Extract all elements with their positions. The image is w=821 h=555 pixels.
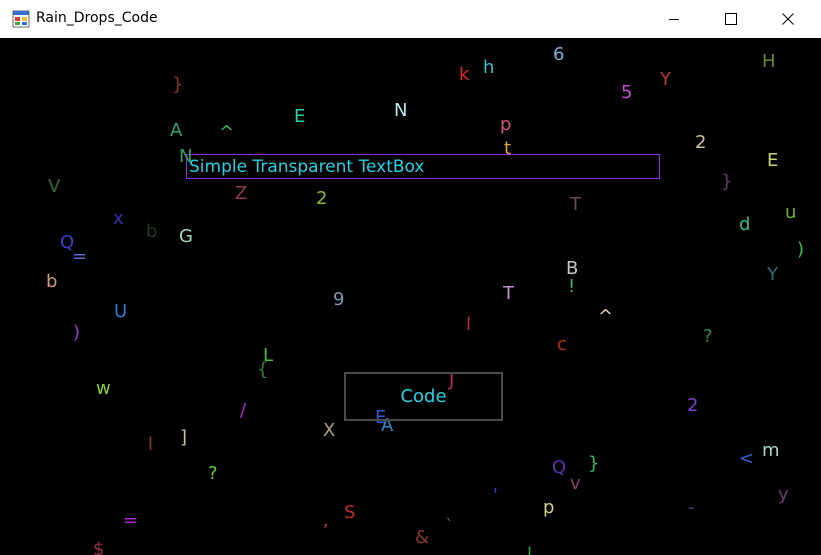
rain-drop-char: N	[179, 146, 193, 167]
rain-drop-char: )	[73, 322, 81, 343]
close-button[interactable]	[765, 0, 811, 38]
rain-drop-char: c	[557, 334, 567, 355]
rain-drop-char: ^	[598, 306, 614, 327]
rain-drop-char: S	[344, 502, 356, 523]
rain-drop-char: p	[543, 497, 555, 518]
minimize-icon	[669, 19, 679, 20]
rain-drop-char: V	[48, 176, 61, 197]
rain-drop-char: p	[500, 114, 512, 135]
rain-canvas: Simple Transparent TextBox } k h 6 5 Y H A ^ E Np t…	[0, 38, 821, 555]
close-icon	[782, 13, 794, 25]
code-button[interactable]: Code	[344, 372, 503, 421]
rain-drop-char: Q	[552, 457, 567, 478]
rain-drop-char: 5	[621, 82, 633, 103]
rain-drop-char: -	[688, 497, 695, 518]
rain-drop-char: Y	[767, 264, 778, 285]
rain-drop-char: E	[767, 150, 779, 171]
rain-drop-char: G	[179, 226, 193, 247]
rain-drop-char: 2	[316, 188, 328, 209]
rain-drop-char: A	[170, 120, 183, 141]
rain-drop-char: ]	[180, 427, 188, 448]
rain-drop-char: t	[504, 138, 512, 159]
rain-drop-char: ?	[208, 463, 218, 484]
rain-drop-char: m	[762, 440, 780, 461]
rain-drop-char: $	[93, 539, 105, 555]
rain-drop-char: /	[240, 400, 247, 421]
rain-drop-char: v	[570, 473, 581, 494]
rain-drop-char: {	[257, 359, 269, 380]
rain-drop-char: ,	[323, 510, 329, 531]
title-bar[interactable]: Rain_Drops_Code	[0, 0, 821, 38]
rain-drop-char: N	[394, 100, 408, 121]
rain-drop-char: x	[113, 208, 124, 229]
window-title: Rain_Drops_Code	[36, 10, 158, 26]
rain-drop-char: h	[483, 57, 495, 78]
rain-drop-char: 2	[687, 395, 699, 416]
rain-drop-char: k	[459, 64, 470, 85]
maximize-icon	[725, 13, 737, 25]
winforms-app-icon	[12, 10, 30, 28]
rain-drop-char: w	[96, 378, 111, 399]
rain-drop-char: &	[415, 527, 430, 548]
rain-drop-char: )	[797, 239, 805, 260]
rain-drop-char: <	[739, 448, 755, 469]
rain-drop-char: u	[785, 202, 797, 223]
rain-drop-char: l	[527, 544, 533, 555]
rain-drop-char: ^	[219, 122, 235, 143]
rain-drop-char: =	[72, 246, 88, 267]
rain-drop-char: 2	[695, 132, 707, 153]
rain-drop-char: ?	[703, 326, 713, 347]
rain-drop-char: 6	[553, 44, 565, 65]
rain-drop-char: !	[568, 276, 576, 297]
rain-drop-char: b	[46, 271, 58, 292]
rain-drop-char: X	[323, 420, 336, 441]
rain-drop-char: }	[588, 453, 600, 474]
rain-drop-char: =	[123, 510, 139, 531]
rain-drop-char: y	[778, 484, 789, 505]
minimize-button[interactable]	[651, 0, 697, 38]
rain-drop-char: d	[739, 214, 751, 235]
rain-drop-char: Z	[235, 183, 248, 204]
rain-drop-char: '	[493, 485, 498, 506]
maximize-button[interactable]	[708, 0, 754, 38]
rain-drop-char: 9	[333, 289, 345, 310]
rain-drop-char: U	[114, 301, 128, 322]
rain-drop-char: b	[146, 221, 158, 242]
rain-drop-char: }	[721, 171, 733, 192]
app-window: Rain_Drops_Code Simple Transparent TextB…	[0, 0, 821, 555]
rain-drop-char: `	[445, 516, 454, 537]
rain-drop-char: l	[148, 434, 154, 455]
transparent-textbox[interactable]: Simple Transparent TextBox	[186, 154, 660, 179]
rain-drop-char: Y	[660, 69, 671, 90]
rain-drop-char: l	[466, 314, 472, 335]
rain-drop-char: H	[762, 51, 776, 72]
rain-drop-char: T	[570, 194, 581, 215]
rain-drop-char: E	[294, 106, 306, 127]
rain-drop-char: }	[172, 74, 184, 95]
rain-drop-char: T	[503, 283, 514, 304]
